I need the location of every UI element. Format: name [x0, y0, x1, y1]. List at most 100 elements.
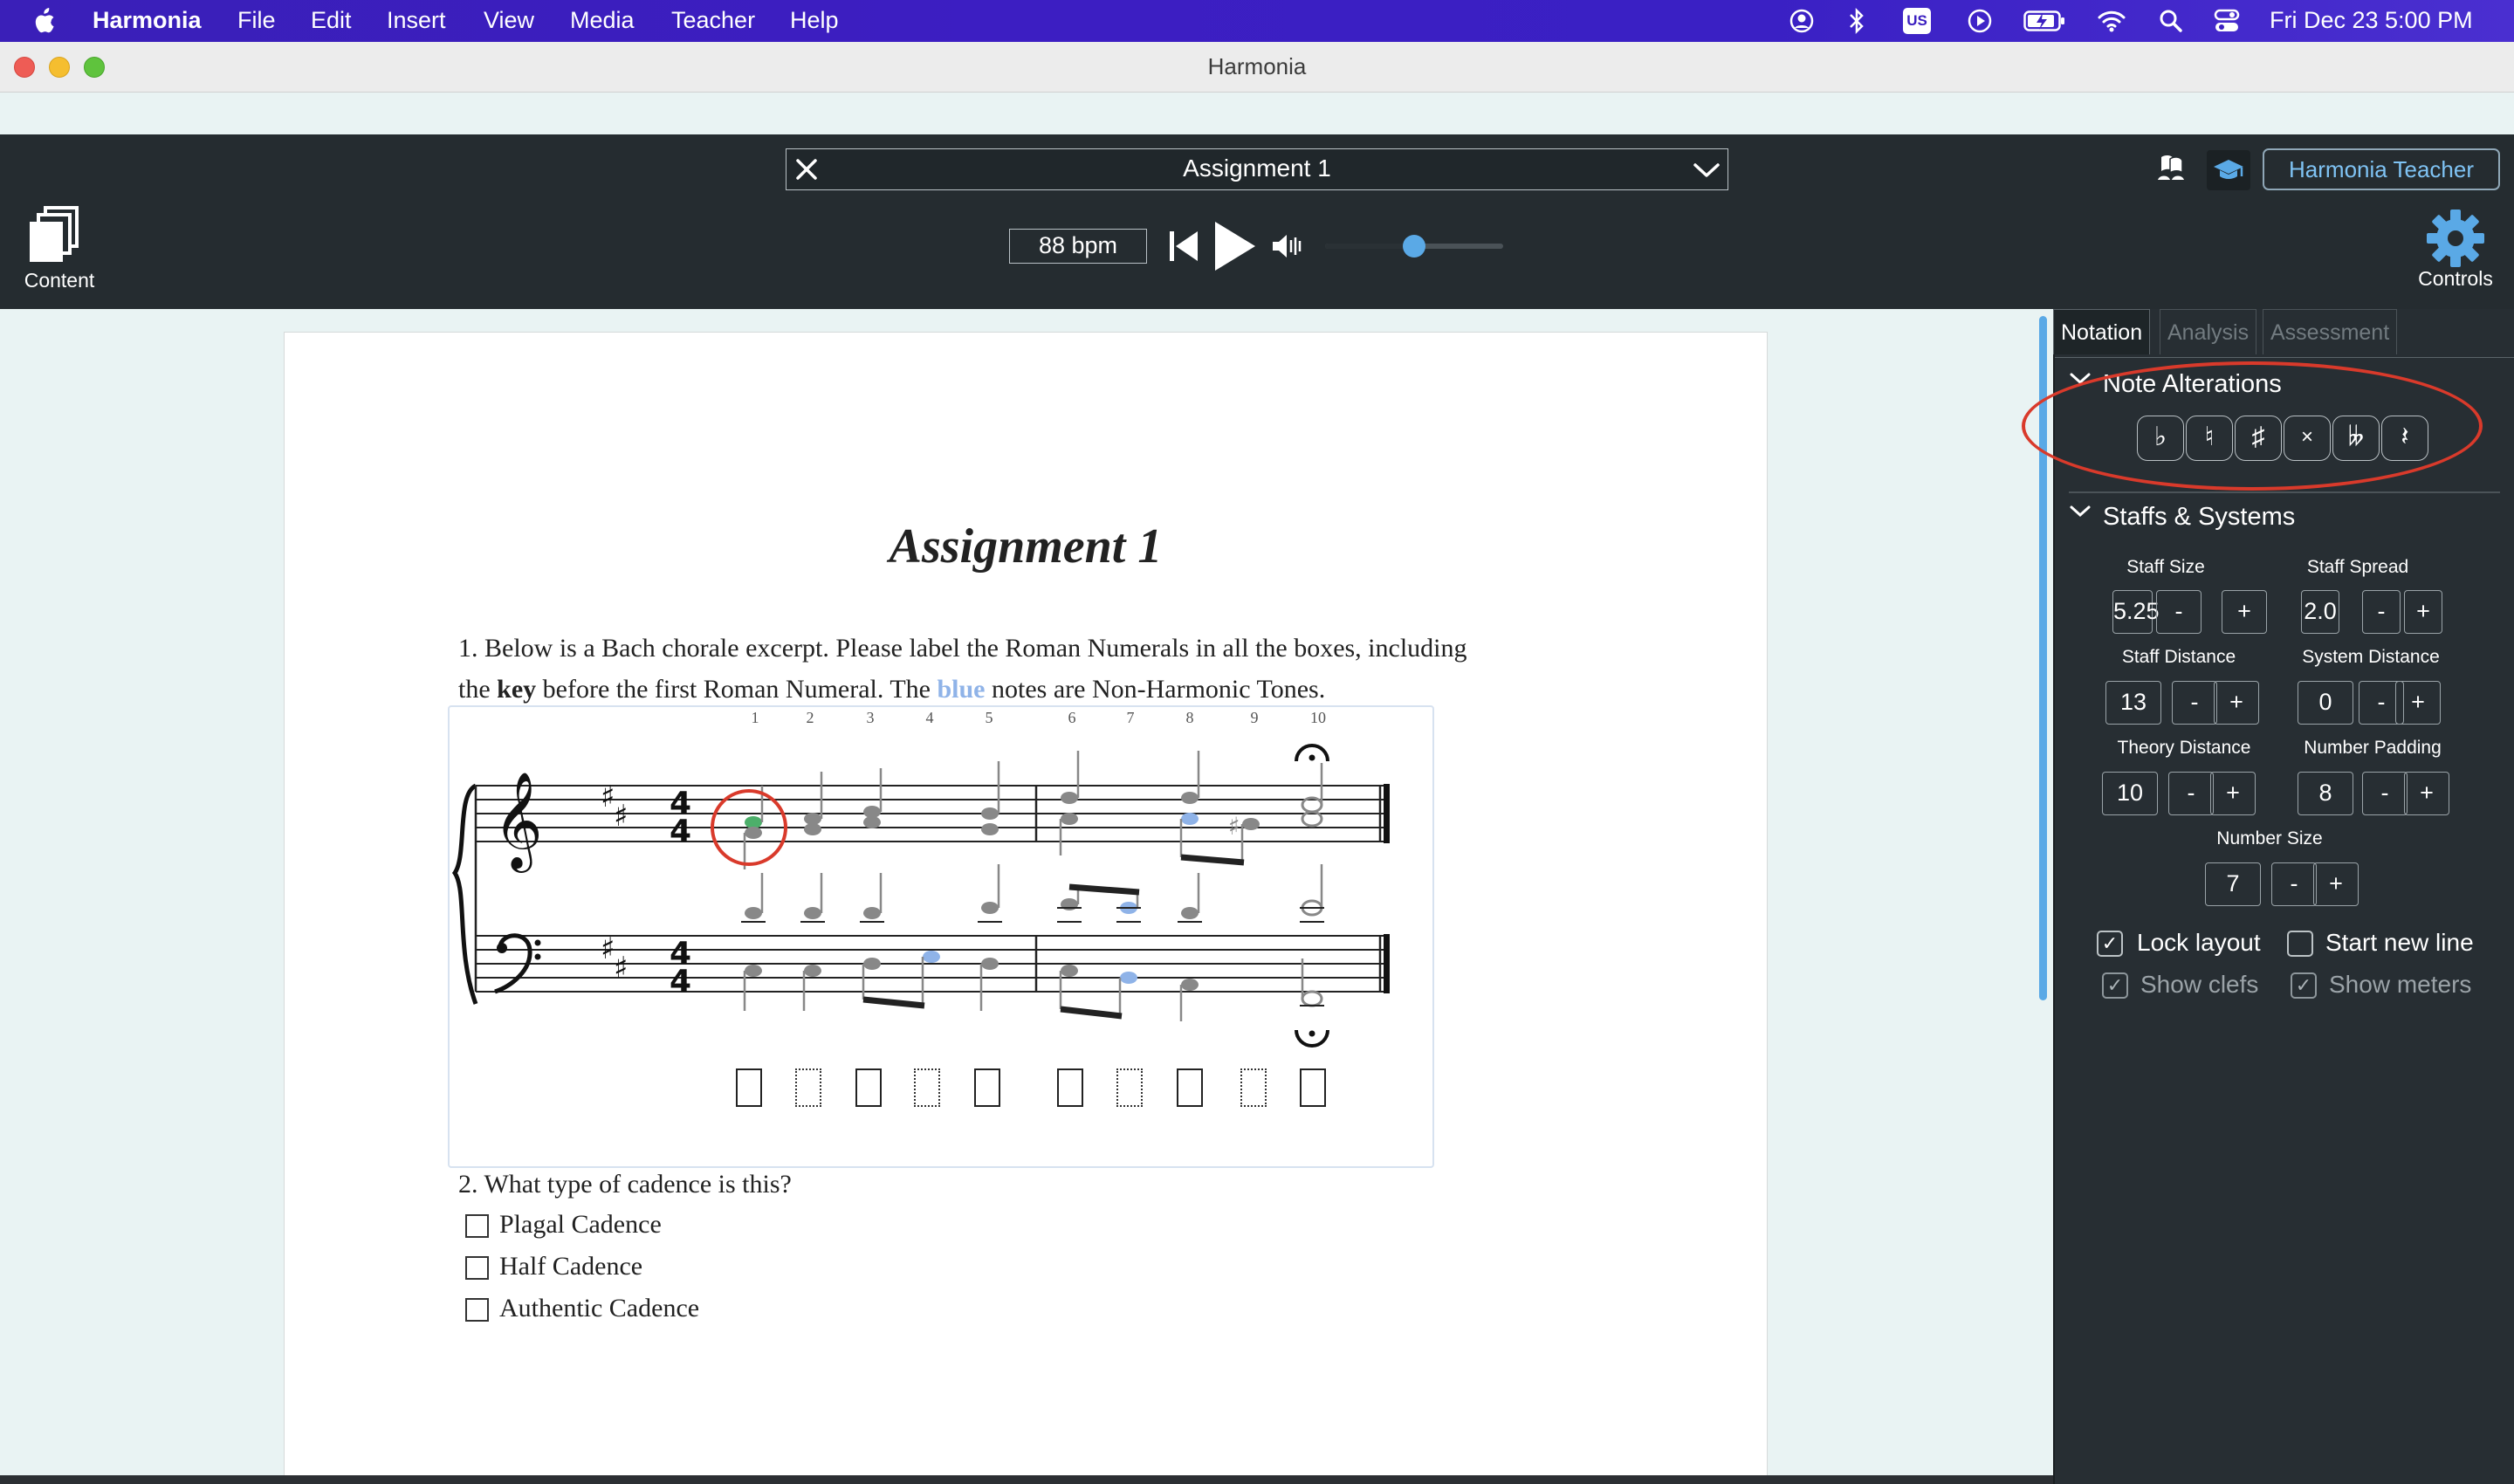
roman-numeral-box[interactable]	[795, 1068, 821, 1107]
menu-teacher[interactable]: Teacher	[671, 7, 755, 34]
q1-key: key	[497, 675, 537, 704]
staff-spread-value[interactable]: 2.0	[2301, 590, 2339, 634]
menu-help[interactable]: Help	[790, 7, 839, 34]
show-meters-label: Show meters	[2329, 971, 2472, 998]
volume-slider-knob[interactable]	[1403, 235, 1425, 258]
menu-edit[interactable]: Edit	[311, 7, 352, 34]
play-icon[interactable]	[1212, 220, 1257, 272]
roman-numeral-box[interactable]	[974, 1068, 1000, 1107]
beat-number: 5	[985, 709, 993, 726]
roman-numeral-box[interactable]	[914, 1068, 940, 1107]
bluetooth-icon[interactable]	[1847, 7, 1866, 35]
q1-mid: before the first Roman Numeral. The	[542, 675, 931, 704]
students-icon[interactable]	[2154, 154, 2189, 185]
staff-size-decrement[interactable]: -	[2156, 590, 2201, 634]
roman-numeral-box[interactable]	[1116, 1068, 1143, 1107]
teacher-mode-toggle[interactable]	[2207, 150, 2250, 190]
volume-slider-track-left	[1325, 244, 1414, 249]
tab-analysis[interactable]: Analysis	[2160, 309, 2257, 354]
apple-icon[interactable]	[31, 7, 56, 35]
keyboard-layout-indicator[interactable]: US	[1903, 8, 1931, 34]
number-size-increment[interactable]: +	[2313, 862, 2359, 906]
section-staffs-systems: Staffs & Systems	[2103, 503, 2296, 531]
number-size-decrement[interactable]: -	[2271, 862, 2317, 906]
menubar-clock[interactable]: Fri Dec 23 5:00 PM	[2270, 7, 2473, 34]
roman-numeral-box[interactable]	[1057, 1068, 1083, 1107]
staff-distance-value[interactable]: 13	[2105, 681, 2161, 725]
dock-edge	[0, 1475, 2053, 1484]
controls-button[interactable]: Controls	[2406, 208, 2505, 295]
annotation-ellipse	[2022, 361, 2483, 491]
number-padding-increment[interactable]: +	[2404, 772, 2449, 815]
roman-numeral-box[interactable]	[1240, 1068, 1267, 1107]
treble-clef: 𝄞	[493, 771, 543, 873]
macos-menubar: Harmonia File Edit Insert View Media Tea…	[0, 0, 2514, 42]
staff-spread-decrement[interactable]: -	[2362, 590, 2401, 634]
staff-spread-increment[interactable]: +	[2404, 590, 2442, 634]
system-distance-value[interactable]: 0	[2298, 681, 2353, 725]
beat-number: 10	[1310, 709, 1326, 726]
spotlight-search-icon[interactable]	[2159, 9, 2183, 33]
start-new-line-checkbox[interactable]	[2287, 931, 2313, 957]
staff-size-label: Staff Size	[2126, 557, 2205, 577]
staff-distance-decrement[interactable]: -	[2172, 681, 2217, 725]
show-clefs-label: Show clefs	[2140, 971, 2259, 998]
menu-insert[interactable]: Insert	[387, 7, 446, 34]
show-meters-checkbox[interactable]: ✓	[2291, 972, 2317, 999]
staff-size-increment[interactable]: +	[2222, 590, 2267, 634]
menu-media[interactable]: Media	[570, 7, 635, 34]
control-center-icon[interactable]	[2214, 8, 2240, 34]
roman-numeral-box[interactable]	[736, 1068, 762, 1107]
skip-to-start-icon[interactable]	[1168, 229, 1199, 264]
final-barline	[1384, 784, 1390, 843]
music-score[interactable]: 𝄞 ♯ ♯ ♯ ♯ 4 4 4 4 ♯	[448, 733, 1434, 1065]
option-plagal: Plagal Cadence	[499, 1210, 662, 1239]
option-checkbox[interactable]	[465, 1256, 489, 1280]
graduation-cap-icon	[2214, 160, 2243, 179]
show-clefs-checkbox[interactable]: ✓	[2102, 972, 2128, 999]
grand-staff-brace	[451, 783, 478, 1005]
controls-label: Controls	[2418, 267, 2493, 290]
roman-numeral-box[interactable]	[855, 1068, 882, 1107]
volume-icon[interactable]	[1271, 232, 1304, 260]
tab-notation[interactable]: Notation	[2053, 309, 2151, 354]
roman-numeral-box[interactable]	[1300, 1068, 1326, 1107]
theory-distance-value[interactable]: 10	[2102, 772, 2158, 815]
system-distance-increment[interactable]: +	[2395, 681, 2441, 725]
number-padding-value[interactable]: 8	[2298, 772, 2353, 815]
wifi-icon[interactable]	[2097, 9, 2126, 33]
svg-text:♯: ♯	[1228, 812, 1240, 841]
play-circle-icon[interactable]	[1968, 9, 1992, 33]
stacked-pages-icon	[30, 206, 79, 262]
battery-icon[interactable]	[2023, 10, 2065, 31]
volume-slider[interactable]	[1325, 235, 1503, 258]
option-checkbox[interactable]	[465, 1214, 489, 1238]
key-signature-sharp: ♯	[601, 780, 615, 814]
number-size-value[interactable]: 7	[2205, 862, 2261, 906]
staff-distance-increment[interactable]: +	[2214, 681, 2259, 725]
svg-text:♯: ♯	[601, 931, 615, 966]
tempo-field[interactable]: 88 bpm	[1009, 229, 1147, 264]
option-checkbox[interactable]	[465, 1298, 489, 1322]
chevron-down-icon	[1693, 163, 1720, 177]
staff-size-value[interactable]: 5.25	[2112, 590, 2160, 634]
number-padding-label: Number Padding	[2304, 738, 2442, 758]
menu-file[interactable]: File	[237, 7, 276, 34]
menu-view[interactable]: View	[484, 7, 534, 34]
roman-numeral-box[interactable]	[1177, 1068, 1203, 1107]
chevron-down-icon[interactable]	[2069, 503, 2092, 520]
harmonia-teacher-button[interactable]: Harmonia Teacher	[2263, 148, 2500, 190]
page-title: Assignment 1	[889, 519, 1163, 574]
number-padding-decrement[interactable]: -	[2362, 772, 2408, 815]
theory-distance-increment[interactable]: +	[2210, 772, 2256, 815]
selected-note	[745, 816, 762, 828]
menu-app-name[interactable]: Harmonia	[93, 7, 202, 34]
q1-end: notes are Non-Harmonic Tones.	[992, 675, 1326, 704]
assignment-selector[interactable]: Assignment 1	[786, 148, 1728, 190]
tab-assessment[interactable]: Assessment	[2263, 309, 2398, 354]
theory-distance-decrement[interactable]: -	[2168, 772, 2214, 815]
lock-layout-checkbox[interactable]: ✓	[2097, 931, 2123, 957]
content-button[interactable]: Content	[16, 204, 103, 300]
user-circle-icon[interactable]	[1789, 9, 1814, 33]
beat-number: 8	[1185, 709, 1194, 726]
